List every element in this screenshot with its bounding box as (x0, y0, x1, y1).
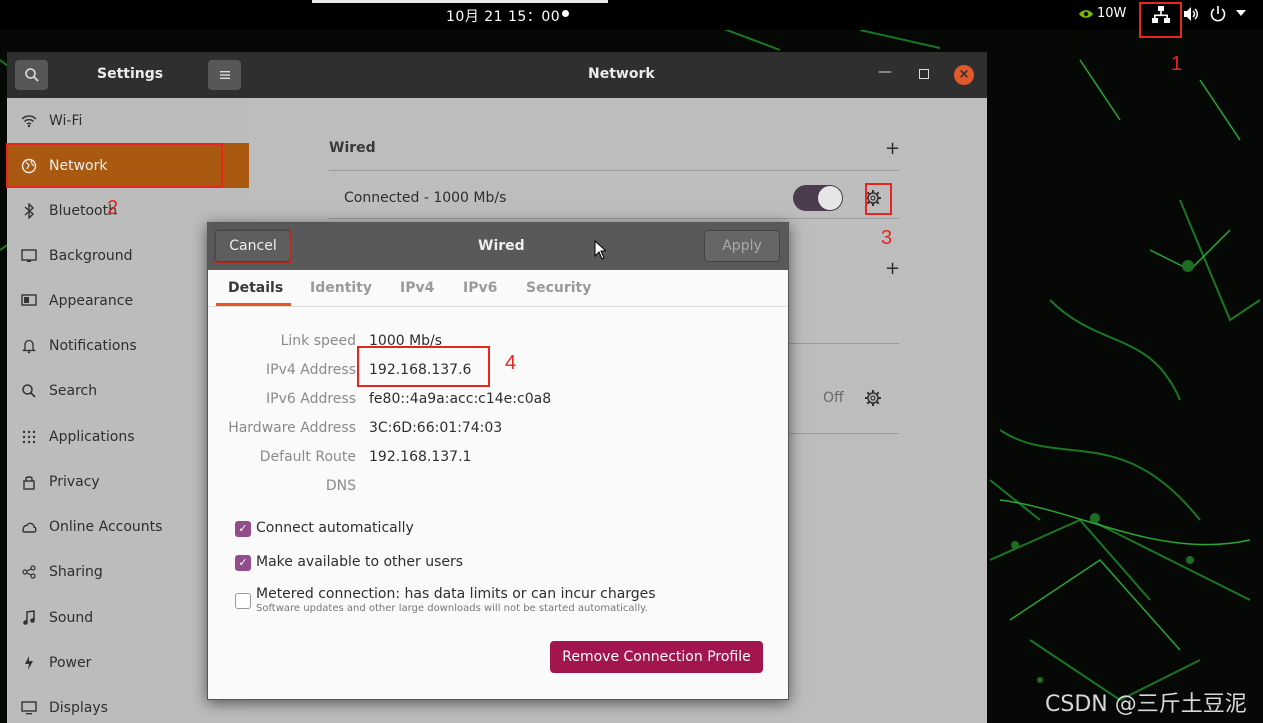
annotation-box-network-indicator (1139, 2, 1182, 38)
background-icon (20, 247, 38, 265)
detail-label: Default Route (259, 449, 356, 465)
window-titlebar: Settings Network — × (7, 52, 987, 98)
watermark: CSDN @三斤土豆泥 (1045, 692, 1247, 717)
detail-label: Link speed (280, 333, 356, 349)
proxy-status: Off (823, 390, 844, 406)
wired-connection-status: Connected - 1000 Mb/s (344, 190, 507, 206)
divider (329, 170, 899, 171)
sidebar-item-label: Displays (49, 699, 108, 716)
mouse-cursor-icon (594, 240, 606, 260)
bell-icon (20, 337, 38, 355)
checkbox-label: Metered connection: has data limits or c… (256, 586, 656, 602)
share-icon (20, 563, 38, 581)
tab-identity[interactable]: Identity (310, 280, 372, 296)
volume-icon[interactable] (1182, 5, 1200, 23)
power-icon (20, 654, 38, 672)
add-vpn-button[interactable]: + (885, 258, 900, 279)
sidebar-item-label: Online Accounts (49, 518, 163, 535)
sidebar-item-label: Applications (49, 428, 135, 445)
sidebar-item-label: Wi-Fi (49, 112, 83, 129)
sidebar-item-label: Background (49, 247, 133, 264)
maximize-button[interactable] (919, 69, 929, 79)
metered-connection-checkbox[interactable] (235, 593, 251, 609)
wifi-icon (20, 112, 38, 130)
detail-label: DNS (325, 478, 356, 494)
grid-icon (20, 428, 38, 446)
detail-value: 192.168.137.1 (369, 449, 472, 465)
notification-dot (562, 10, 569, 17)
hamburger-icon (219, 71, 230, 79)
sidebar-item-wifi[interactable]: Wi-Fi (7, 98, 249, 143)
panel-title: Network (588, 66, 655, 82)
wired-toggle-switch[interactable] (793, 185, 843, 211)
checkbox-label: Connect automatically (256, 520, 414, 536)
lock-icon (20, 473, 38, 491)
detail-label: IPv6 Address (266, 391, 356, 407)
sidebar-item-label: Power (49, 654, 92, 671)
wired-section-heading: Wired (329, 140, 376, 156)
sidebar-item-label: Sound (49, 609, 94, 626)
sidebar-item-label: Sharing (49, 563, 103, 580)
divider (329, 218, 899, 219)
top-bar: 10月 21 15：00 10W (0, 0, 1263, 30)
annotation-number: 4 (505, 352, 517, 374)
tab-ipv6[interactable]: IPv6 (463, 280, 497, 296)
appearance-icon (20, 292, 38, 310)
search-icon (24, 68, 39, 82)
available-to-all-users-checkbox[interactable]: ✓ (235, 555, 251, 571)
clock[interactable]: 10月 21 15：00 (446, 6, 560, 26)
sidebar-item-label: Search (49, 382, 98, 399)
wired-connection-dialog: Cancel Wired Apply Details Identity IPv4… (207, 222, 789, 700)
cloud-icon (20, 518, 38, 536)
gpu-indicator[interactable]: 10W (1078, 6, 1126, 21)
active-tab-indicator (216, 303, 291, 306)
menu-button[interactable] (208, 60, 241, 90)
top-bar-highlight (312, 0, 608, 3)
sidebar-item-label: Appearance (49, 292, 134, 309)
annotation-box-network-item (6, 143, 223, 188)
sidebar-item-label: Privacy (49, 473, 100, 490)
annotation-number: 2 (107, 197, 119, 219)
sidebar-item-label: Notifications (49, 337, 137, 354)
annotation-number: 3 (881, 227, 893, 249)
annotation-box-ipv4 (357, 346, 490, 387)
power-icon[interactable] (1209, 5, 1227, 23)
display-icon (20, 699, 38, 717)
remove-connection-profile-button[interactable]: Remove Connection Profile (550, 641, 763, 673)
dialog-title: Wired (478, 238, 525, 254)
tab-security[interactable]: Security (526, 280, 591, 296)
music-note-icon (20, 609, 38, 627)
bluetooth-icon (20, 202, 38, 220)
menu-caret-icon[interactable] (1236, 10, 1246, 16)
detail-label: IPv4 Address (266, 362, 356, 378)
minimize-button[interactable]: — (878, 64, 892, 80)
tab-details[interactable]: Details (228, 280, 283, 296)
toggle-knob (818, 186, 842, 210)
annotation-box-cancel (213, 229, 291, 263)
tab-ipv4[interactable]: IPv4 (400, 280, 434, 296)
detail-value: 3C:6D:66:01:74:03 (369, 420, 503, 436)
close-button[interactable]: × (954, 65, 974, 85)
gpu-power-label: 10W (1097, 6, 1127, 21)
apply-button[interactable]: Apply (704, 230, 780, 262)
annotation-number: 1 (1171, 53, 1183, 75)
annotation-box-gear (865, 183, 892, 215)
detail-label: Hardware Address (228, 420, 356, 436)
add-wired-profile-button[interactable]: + (885, 138, 900, 159)
search-icon (20, 382, 38, 400)
connect-automatically-checkbox[interactable]: ✓ (235, 521, 251, 537)
dialog-header: Cancel Wired Apply (208, 223, 788, 270)
proxy-settings-gear-icon[interactable] (864, 389, 882, 407)
checkbox-sublabel: Software updates and other large downloa… (256, 603, 648, 614)
search-button[interactable] (15, 60, 48, 90)
nvidia-icon (1079, 9, 1093, 18)
checkbox-label: Make available to other users (256, 554, 464, 570)
detail-value: fe80::4a9a:acc:c14e:c0a8 (369, 391, 552, 407)
dialog-tabs: Details Identity IPv4 IPv6 Security (208, 270, 788, 307)
settings-title: Settings (97, 66, 164, 82)
